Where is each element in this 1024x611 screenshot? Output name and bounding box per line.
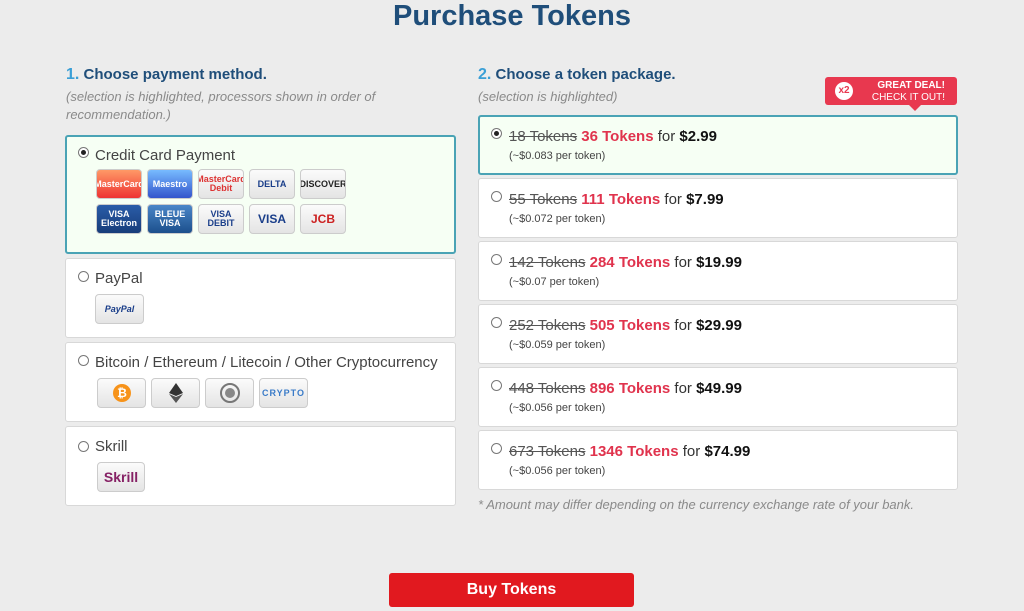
new-token-count: 36 Tokens [581, 128, 654, 145]
old-token-count: 18 Tokens [509, 128, 578, 145]
skrill-label: Skrill [95, 438, 128, 455]
payment-step-number: 1. [66, 66, 80, 83]
new-token-count: 111 Tokens [581, 191, 661, 208]
payment-option-crypto[interactable]: Bitcoin / Ethereum / Litecoin / Other Cr… [65, 342, 456, 422]
credit-card-radio[interactable] [78, 147, 89, 158]
package-radio[interactable] [491, 317, 502, 328]
new-token-count: 1346 Tokens [589, 443, 679, 460]
page-title: Purchase Tokens [392, 0, 631, 32]
buy-tokens-button[interactable]: Buy Tokens [389, 573, 634, 607]
old-token-count: 252 Tokens [509, 317, 586, 334]
maestro-icon: Maestro [147, 169, 193, 199]
package-option[interactable]: 18 Tokens 36 Tokens for $2.99 (~$0.083 p… [478, 115, 958, 175]
per-token-price: (~$0.083 per token) [509, 150, 606, 162]
mastercard-icon: MasterCard [96, 169, 142, 199]
crypto-badge: CRYPTO [259, 378, 308, 408]
deal-line1: GREAT DEAL! [877, 80, 945, 91]
visa-debit-icon: VISA DEBIT [198, 204, 244, 234]
great-deal-badge: x2 GREAT DEAL! CHECK IT OUT! [825, 77, 957, 111]
new-token-count: 505 Tokens [589, 317, 671, 334]
discover-icon: DISCOVER [300, 169, 346, 199]
package-price: $49.99 [696, 380, 742, 397]
old-token-count: 673 Tokens [509, 443, 586, 460]
bitcoin-icon: ₿ [97, 378, 146, 408]
package-radio[interactable] [491, 380, 502, 391]
payment-heading: 1. Choose payment method. [66, 66, 267, 84]
payment-option-credit-card[interactable]: Credit Card Payment MasterCard Maestro M… [65, 135, 456, 254]
paypal-radio[interactable] [78, 271, 89, 282]
per-token-price: (~$0.072 per token) [509, 213, 606, 225]
payment-heading-text: Choose payment method. [83, 66, 267, 83]
svg-text:₿: ₿ [117, 386, 127, 400]
visa-bleue-icon: BLEUE VISA [147, 204, 193, 234]
visa-electron-icon: VISA Electron [96, 204, 142, 234]
payment-subtext: (selection is highlighted, processors sh… [66, 89, 376, 122]
package-option[interactable]: 673 Tokens 1346 Tokens for $74.99 (~$0.0… [478, 430, 958, 490]
package-price: $74.99 [704, 443, 751, 460]
skrill-radio[interactable] [78, 441, 89, 452]
crypto-radio[interactable] [78, 355, 89, 366]
paypal-label: PayPal [95, 270, 143, 287]
old-token-count: 448 Tokens [509, 380, 586, 397]
payment-option-skrill[interactable]: Skrill Skrill [65, 426, 456, 506]
package-option[interactable]: 252 Tokens 505 Tokens for $29.99 (~$0.05… [478, 304, 958, 364]
payment-option-paypal[interactable]: PayPal PayPal [65, 258, 456, 338]
for-word: for [674, 380, 692, 397]
exchange-rate-note: * Amount may differ depending on the cur… [478, 497, 915, 512]
delta-icon: DELTA [249, 169, 295, 199]
litecoin-icon [205, 378, 254, 408]
package-price: $29.99 [696, 317, 742, 334]
for-word: for [664, 191, 682, 208]
package-radio[interactable] [491, 443, 502, 454]
package-radio[interactable] [491, 254, 502, 265]
package-price: $7.99 [686, 191, 724, 208]
package-radio[interactable] [491, 191, 502, 202]
package-price: $19.99 [696, 254, 742, 271]
mastercard-debit-icon: MasterCard Debit [198, 169, 244, 199]
crypto-label: Bitcoin / Ethereum / Litecoin / Other Cr… [95, 354, 438, 371]
new-token-count: 896 Tokens [589, 380, 671, 397]
per-token-price: (~$0.07 per token) [509, 276, 600, 288]
for-word: for [674, 254, 692, 271]
per-token-price: (~$0.059 per token) [509, 339, 606, 351]
for-word: for [657, 128, 676, 145]
old-token-count: 142 Tokens [509, 254, 586, 271]
skrill-icon: Skrill [97, 462, 145, 492]
deal-multiplier: x2 [835, 82, 853, 100]
per-token-price: (~$0.056 per token) [509, 465, 606, 477]
ethereum-icon [151, 378, 200, 408]
package-option[interactable]: 142 Tokens 284 Tokens for $19.99 (~$0.07… [478, 241, 958, 301]
package-option[interactable]: 55 Tokens 111 Tokens for $7.99 (~$0.072 … [478, 178, 958, 238]
package-radio[interactable] [491, 128, 502, 139]
package-subtext: (selection is highlighted) [478, 89, 618, 104]
package-heading-text: Choose a token package. [495, 66, 676, 83]
paypal-icon: PayPal [95, 294, 144, 324]
deal-line2: CHECK IT OUT! [871, 92, 945, 103]
jcb-icon: JCB [300, 204, 346, 234]
package-step-number: 2. [478, 66, 492, 83]
for-word: for [682, 443, 701, 460]
visa-icon: VISA [249, 204, 295, 234]
package-option[interactable]: 448 Tokens 896 Tokens for $49.99 (~$0.05… [478, 367, 958, 427]
new-token-count: 284 Tokens [589, 254, 671, 271]
old-token-count: 55 Tokens [509, 191, 578, 208]
per-token-price: (~$0.056 per token) [509, 402, 606, 414]
credit-card-label: Credit Card Payment [95, 147, 236, 164]
package-price: $2.99 [679, 128, 717, 145]
for-word: for [674, 317, 692, 334]
package-heading: 2. Choose a token package. [478, 66, 676, 84]
